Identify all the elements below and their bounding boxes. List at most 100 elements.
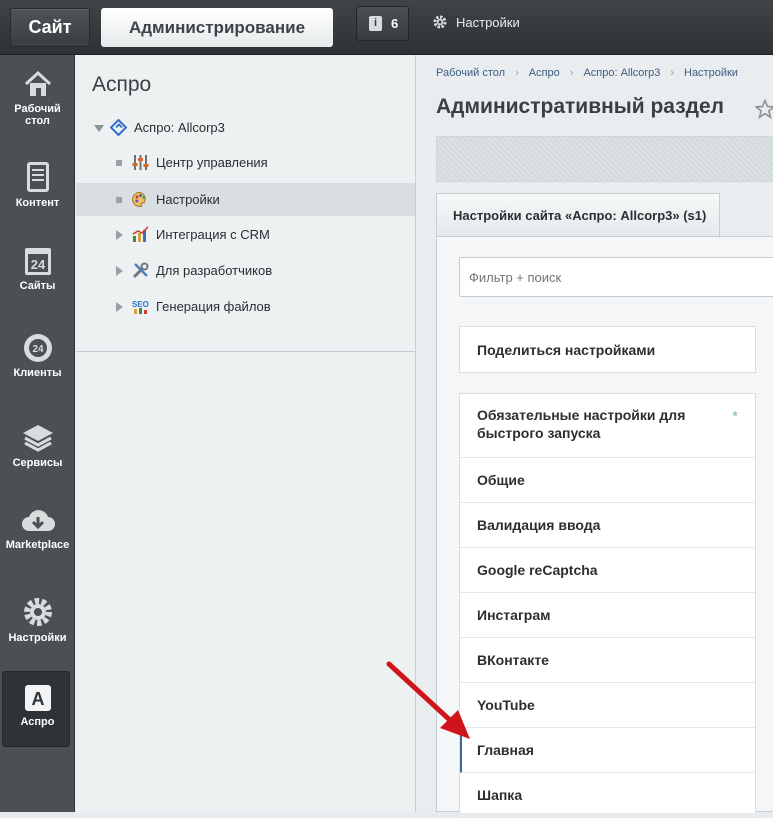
aspro-a-icon: A — [24, 685, 51, 711]
menu-item-label: Клиенты — [13, 367, 62, 379]
chart-icon — [132, 226, 149, 242]
breadcrumb: Рабочий стол › Аспро › Аспро: Allcorp3 › Настр… — [436, 67, 738, 79]
notifications-button[interactable]: i 6 — [356, 6, 409, 41]
bullet-icon — [116, 160, 122, 166]
home-icon — [24, 70, 51, 96]
list-item-label: Инстаграм — [477, 607, 551, 623]
breadcrumb-item[interactable]: Аспро: Allcorp3 — [583, 67, 660, 79]
chevron-right-icon[interactable] — [116, 266, 123, 276]
menu-item-label: Рабочий стол — [14, 103, 61, 127]
tree-item-label: Для разработчиков — [156, 263, 273, 278]
list-item-label: Шапка — [477, 787, 523, 803]
menu-item-label: Сервисы — [12, 457, 63, 469]
info-icon: i — [369, 16, 382, 31]
top-bar: Сайт Администрирование i 6 Настройки — [0, 0, 773, 55]
clients-24-icon: 24 — [23, 334, 52, 362]
tree-item-label: Центр управления — [156, 155, 268, 170]
tree-item-crm[interactable]: Интеграция с CRM — [76, 218, 415, 251]
tree-item-label: Интеграция с CRM — [156, 227, 270, 242]
breadcrumb-separator: › — [670, 67, 674, 79]
menu-item-label: Аспро — [20, 716, 55, 728]
menu-item-aspro[interactable]: A Аспро — [0, 684, 75, 728]
admin-left-menu: Рабочий стол Контент 24 Сайты 24 Клиенты — [0, 55, 75, 812]
tree-item-control-center[interactable]: Центр управления — [76, 146, 415, 179]
site-tab-button[interactable]: Сайт — [10, 8, 90, 47]
admin-tab-button[interactable]: Администрирование — [101, 8, 333, 47]
tree-item-settings[interactable]: Настройки — [76, 183, 415, 216]
tree-title: Аспро — [92, 73, 152, 96]
share-settings-button[interactable]: Поделиться настройками — [459, 326, 756, 373]
list-item-label: YouTube — [477, 697, 535, 713]
list-item-label: Обязательные настройки для быстрого запу… — [477, 407, 686, 441]
tree-item-label: Настройки — [156, 192, 220, 207]
list-item[interactable]: Инстаграм — [460, 593, 755, 638]
tree-divider — [76, 351, 415, 352]
layers-icon — [22, 425, 53, 452]
calendar-24-icon: 24 — [24, 248, 51, 275]
menu-item-sites[interactable]: 24 Сайты — [0, 246, 75, 292]
list-item[interactable]: ВКонтакте — [460, 638, 755, 683]
list-item[interactable]: YouTube — [460, 683, 755, 728]
list-item[interactable]: Google reCaptcha — [460, 548, 755, 593]
menu-item-label: Контент — [15, 197, 60, 209]
breadcrumb-item[interactable]: Рабочий стол — [436, 67, 505, 79]
chevron-right-icon[interactable] — [116, 230, 123, 240]
breadcrumb-item[interactable]: Настройки — [684, 67, 738, 79]
menu-item-desktop[interactable]: Рабочий стол — [0, 69, 75, 127]
share-settings-label: Поделиться настройками — [477, 342, 656, 358]
list-item[interactable]: Шапка — [460, 773, 755, 818]
list-item-label: Общие — [477, 472, 525, 488]
aspro-logo-icon — [110, 119, 127, 136]
section-tree-panel: Аспро Аспро: Allcorp3 Центр управления Н… — [76, 55, 416, 812]
page-title: Административный раздел — [436, 95, 725, 118]
star-icon[interactable] — [755, 99, 773, 119]
tree-item-label: Генерация файлов — [156, 299, 271, 314]
top-settings-label: Настройки — [456, 15, 520, 30]
list-item[interactable]: Общие — [460, 458, 755, 503]
list-item-label: Google reCaptcha — [477, 562, 598, 578]
menu-item-clients[interactable]: 24 Клиенты — [0, 333, 75, 379]
list-item-label: Главная — [477, 742, 534, 758]
tab-content: Поделиться настройками Обязательные наст… — [436, 236, 773, 818]
list-item[interactable]: Валидация ввода — [460, 503, 755, 548]
menu-item-content[interactable]: Контент — [0, 161, 75, 209]
required-marker: * — [732, 408, 738, 425]
menu-item-services[interactable]: Сервисы — [0, 423, 75, 469]
gear-icon — [23, 598, 52, 626]
svg-text:SEO: SEO — [132, 300, 149, 309]
list-item-active[interactable]: Главная — [460, 728, 755, 773]
tree-item-file-generation[interactable]: SEO Генерация файлов — [76, 290, 415, 323]
cloud-download-icon — [21, 510, 55, 531]
breadcrumb-separator: › — [515, 67, 519, 79]
svg-text:24: 24 — [32, 344, 44, 355]
menu-item-marketplace[interactable]: Marketplace — [0, 507, 75, 551]
main-content: Рабочий стол › Аспро › Аспро: Allcorp3 › Настр… — [417, 55, 773, 818]
svg-text:A: A — [31, 689, 44, 709]
gear-icon — [433, 15, 447, 29]
tree-root-label: Аспро: Allcorp3 — [134, 120, 225, 135]
chevron-right-icon[interactable] — [116, 302, 123, 312]
top-settings-link[interactable]: Настройки — [432, 14, 520, 34]
list-item-label: Валидация ввода — [477, 517, 601, 533]
menu-item-label: Marketplace — [5, 539, 70, 551]
menu-item-label: Настройки — [8, 632, 67, 644]
seo-icon: SEO — [132, 300, 149, 314]
breadcrumb-item[interactable]: Аспро — [529, 67, 560, 79]
menu-item-label: Сайты — [19, 280, 56, 292]
list-item-label: ВКонтакте — [477, 652, 549, 668]
tree-root-item[interactable]: Аспро: Allcorp3 — [76, 111, 415, 144]
notifications-count: 6 — [391, 16, 399, 31]
toolbar-strip — [436, 136, 773, 182]
filter-search-input[interactable] — [459, 257, 773, 297]
tree-item-developers[interactable]: Для разработчиков — [76, 254, 415, 287]
breadcrumb-separator: › — [569, 67, 574, 79]
svg-text:24: 24 — [30, 257, 45, 272]
sliders-icon — [132, 155, 149, 170]
settings-section-list: Обязательные настройки для быстрого запу… — [459, 393, 756, 818]
chevron-down-icon[interactable] — [94, 125, 104, 132]
menu-item-settings[interactable]: Настройки — [0, 596, 75, 644]
tab-site-settings[interactable]: Настройки сайта «Аспро: Allcorp3» (s1) — [436, 193, 720, 237]
document-icon — [26, 162, 49, 192]
list-item[interactable]: Обязательные настройки для быстрого запу… — [460, 394, 755, 458]
palette-icon — [132, 191, 146, 207]
